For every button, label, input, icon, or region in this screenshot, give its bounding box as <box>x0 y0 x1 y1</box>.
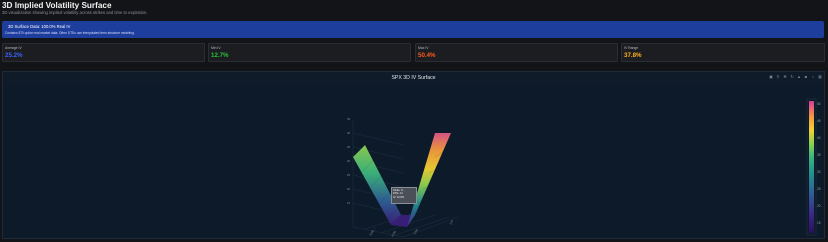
metric-card-max-iv: Max IV 50.4% <box>415 43 618 62</box>
metric-value: 37.8% <box>624 52 642 59</box>
zoom-icon[interactable]: ⚲ <box>776 75 780 79</box>
surface-left-wing[interactable] <box>353 145 401 225</box>
z-tick-label: 20 <box>347 187 351 191</box>
colorbar-tick-label: 45 <box>817 119 821 123</box>
banner-title: 3D Surface Data: 100.0% Real IV <box>8 24 71 29</box>
z-tick-label: 40 <box>347 131 351 135</box>
metric-value: 12.7% <box>211 52 229 59</box>
z-tick-label: 45 <box>347 117 351 121</box>
z-tick-label: 15 <box>347 201 351 205</box>
metric-label: Average IV <box>5 46 22 50</box>
z-tick-label: 35 <box>347 145 351 149</box>
page: 3D Implied Volatility Surface 3D visuali… <box>0 0 828 242</box>
metric-value: 50.4% <box>418 52 436 59</box>
tooltip-line-iv: IV: 12.8% <box>393 195 405 199</box>
metric-card-average-iv: Average IV 25.2% <box>2 43 205 62</box>
camera-icon[interactable]: ▣ <box>769 75 773 79</box>
pan-icon[interactable]: ✥ <box>783 75 787 79</box>
x-tick-label: 5000 <box>368 229 375 237</box>
colorbar-tick-label: 25 <box>817 187 821 191</box>
info-banner: 3D Surface Data: 100.0% Real IV Contains… <box>2 21 824 38</box>
home-icon[interactable]: ⌂ <box>811 75 815 79</box>
colorbar-tick-label: 15 <box>817 221 821 225</box>
metric-label: Min IV <box>211 46 221 50</box>
z-tick-label: 30 <box>347 159 351 163</box>
page-subtitle: 3D visualization showing implied volatil… <box>2 10 148 15</box>
colorbar-tick-label: 35 <box>817 153 821 157</box>
banner-text: Contains 870 option real market data. Ot… <box>5 31 135 35</box>
bottom-axis-ticks: 5000 6000 7000 100 <box>368 219 454 237</box>
x-tick-label: 6000 <box>390 230 397 238</box>
colorbar-tick-label: 40 <box>817 136 821 140</box>
surface-plot[interactable]: 45 40 35 30 25 20 15 5000 6000 7000 100 … <box>3 85 824 238</box>
chart-modebar: ▣ ⚲ ✥ ↻ ▲ ■ ⌂ ▦ <box>769 75 822 79</box>
colorbar-tick-label: 50 <box>817 102 821 106</box>
chart-title: SPX 3D IV Surface <box>391 75 436 81</box>
hover-tooltip: Strike: 5... DTE: 14 IV: 12.8% <box>391 187 417 204</box>
reset-camera-icon[interactable]: ■ <box>804 75 808 79</box>
plot-area[interactable]: 45 40 35 30 25 20 15 5000 6000 7000 100 … <box>3 85 824 238</box>
metric-label: IV Range <box>624 46 639 50</box>
metric-card-iv-range: IV Range 37.8% <box>621 43 825 62</box>
metric-value: 25.2% <box>5 52 23 59</box>
colorbar <box>809 101 814 233</box>
z-axis-ticks: 45 40 35 30 25 20 15 <box>347 117 351 205</box>
page-title: 3D Implied Volatility Surface <box>2 1 112 10</box>
turntable-icon[interactable]: ▲ <box>797 75 801 79</box>
orbit-icon[interactable]: ↻ <box>790 75 794 79</box>
y-tick-label: 100 <box>448 219 454 225</box>
z-tick-label: 25 <box>347 173 351 177</box>
colorbar-tick-label: 30 <box>817 170 821 174</box>
plotly-logo-icon[interactable]: ▦ <box>818 75 822 79</box>
colorbar-ticks: 50 45 40 35 30 25 20 15 <box>817 102 821 225</box>
chart-panel: SPX 3D IV Surface ▣ ⚲ ✥ ↻ ▲ ■ ⌂ ▦ 45 40 … <box>2 71 825 239</box>
metric-card-min-iv: Min IV 12.7% <box>208 43 411 62</box>
colorbar-tick-label: 20 <box>817 204 821 208</box>
metric-label: Max IV <box>418 46 429 50</box>
